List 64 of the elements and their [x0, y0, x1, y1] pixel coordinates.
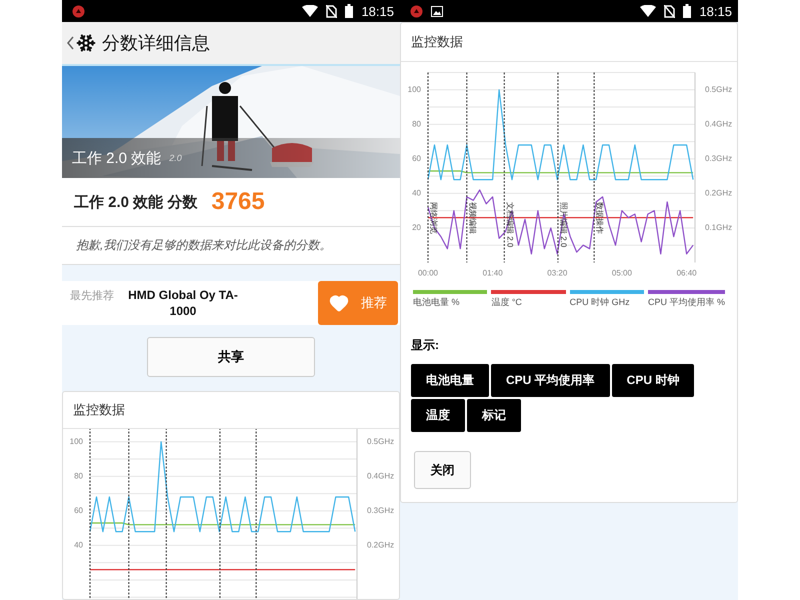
legend-label: 温度 °C — [491, 296, 523, 309]
marker-label: 网络浏览 — [429, 202, 438, 234]
marker-label: 照片编辑 2.0 — [558, 202, 568, 248]
axis-label: 05:00 — [612, 268, 632, 278]
toggle-button[interactable]: CPU 平均使用率 — [491, 364, 610, 397]
device-name: HMD Global Oy TA-1000 — [127, 287, 239, 319]
image-icon — [431, 6, 443, 16]
axis-label: 06:40 — [676, 268, 697, 278]
axis-label: 60 — [412, 154, 421, 163]
recommend-prefix: 最先推荐 — [70, 288, 114, 303]
axis-label: 0.2GHz — [367, 540, 394, 550]
page-title: 分数详细信息 — [102, 32, 210, 55]
no-sim-icon — [664, 4, 676, 18]
axis-label: 100 — [70, 436, 83, 446]
axis-label: 40 — [412, 188, 421, 198]
toggle-button[interactable]: CPU 时钟 — [612, 364, 694, 397]
battery-icon — [345, 4, 354, 18]
toggle-button[interactable]: 电池电量 — [411, 364, 489, 397]
no-sim-icon — [326, 4, 338, 18]
axis-label: 60 — [74, 506, 83, 515]
axis-label: 0.4GHz — [367, 471, 394, 480]
note-text: 抱歉,我们没有足够的数据来对比此设备的分数。 — [62, 226, 400, 265]
card-title: 监控数据 — [63, 392, 399, 429]
share-button[interactable]: 共享 — [147, 337, 315, 377]
status-time: 18:15 — [699, 4, 732, 18]
axis-label: 0.3GHz — [367, 506, 394, 515]
axis-label: 0.5GHz — [705, 84, 732, 94]
marker-label: 数据操作 — [595, 202, 604, 234]
axis-label: 00:00 — [418, 268, 438, 278]
app-icon — [410, 4, 423, 18]
axis-label: 0.5GHz — [367, 436, 394, 446]
axis-label: 80 — [412, 119, 421, 128]
axis-label: 0.4GHz — [705, 119, 732, 128]
axis-label: 100 — [408, 84, 421, 94]
axis-label: 0.1GHz — [705, 223, 732, 232]
heart-icon — [329, 293, 349, 313]
battery-icon — [683, 4, 692, 18]
axis-label: 0.2GHz — [705, 188, 732, 198]
legend-label: 电池电量 % — [413, 296, 461, 309]
legend-label: CPU 时钟 GHz — [570, 296, 631, 309]
snowflake-icon — [76, 32, 96, 53]
axis-label: 03:20 — [547, 268, 568, 278]
score-label: 工作 2.0 效能 分数 — [74, 192, 198, 212]
marker-label: 文档编辑 2.0 — [505, 202, 514, 248]
benchmark-caption: 工作 2.0 效能 — [72, 148, 162, 168]
toggle-button[interactable]: 标记 — [467, 399, 521, 432]
toggle-button[interactable]: 温度 — [411, 399, 465, 432]
back-icon[interactable] — [66, 36, 74, 50]
axis-label: 01:40 — [482, 268, 503, 278]
show-label: 显示: — [410, 337, 440, 354]
wifi-icon — [640, 5, 656, 17]
status-time: 18:15 — [361, 4, 394, 18]
card-title: 监控数据 — [401, 23, 737, 62]
wifi-icon — [302, 5, 318, 17]
version-label: 2.0 — [169, 153, 182, 164]
marker-label: 视频编辑 — [468, 202, 477, 234]
app-icon — [72, 4, 85, 18]
axis-label: 80 — [74, 471, 83, 480]
axis-label: 0.3GHz — [705, 154, 732, 163]
close-button[interactable]: 关闭 — [414, 451, 471, 489]
axis-label: 20 — [412, 223, 421, 232]
score-value: 3765 — [211, 188, 265, 216]
axis-label: 40 — [74, 540, 83, 550]
legend-label: CPU 平均使用率 % — [648, 296, 725, 309]
